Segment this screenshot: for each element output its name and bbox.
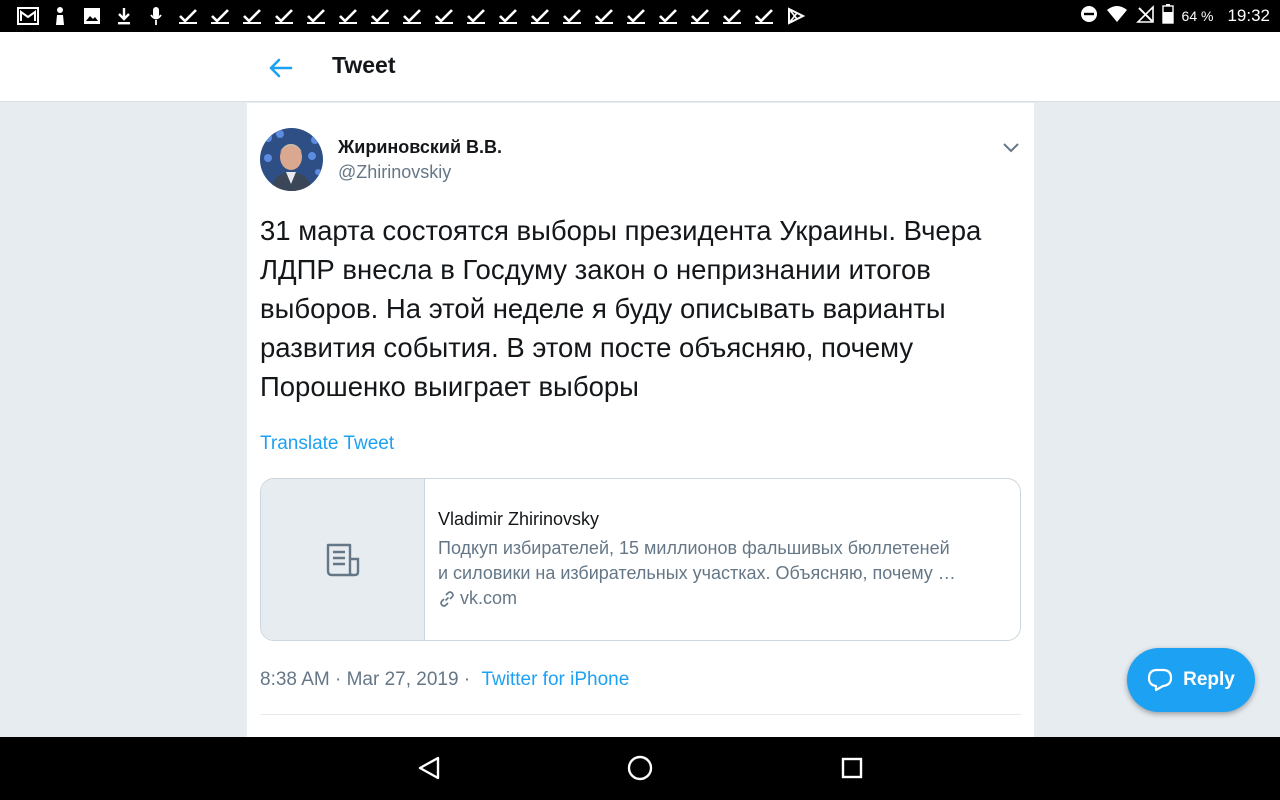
download-icon [108,0,140,32]
avatar[interactable] [260,128,323,191]
nav-back-button[interactable] [412,751,446,785]
arrow-left-icon [269,58,293,78]
reply-label: Reply [1183,669,1235,690]
page-title: Tweet [332,52,396,78]
reply-button[interactable]: Reply [1127,648,1255,712]
tweet-text: 31 марта состоятся выборы президента Укр… [260,215,982,402]
gmail-icon [12,0,44,32]
back-button[interactable] [262,50,298,86]
system-icons: 64 % 19:32 [1080,0,1270,32]
article-icon [326,543,359,576]
check-icon [716,0,748,32]
check-icon [236,0,268,32]
circle-home-icon [627,755,653,781]
tweet-detail: Жириновский В.В. @Zhirinovskiy 31 марта … [247,103,1034,737]
triangle-back-icon [418,756,440,780]
card-thumbnail [261,479,425,640]
do-not-disturb-icon [1080,5,1098,27]
link-icon [440,590,454,607]
tweet-timestamp: 8:38 AM · Mar 27, 2019 · [260,669,476,690]
check-icon [300,0,332,32]
card-domain-text: vk.com [460,588,518,608]
no-signal-icon [1135,5,1154,27]
more-options-button[interactable] [999,135,1023,159]
check-icon [556,0,588,32]
check-icon [684,0,716,32]
translate-tweet-link[interactable]: Translate Tweet [260,433,394,455]
image-icon [76,0,108,32]
check-icon [492,0,524,32]
nav-home-button[interactable] [623,751,657,785]
card-title: Vladimir Zhirinovsky [438,509,600,529]
tweet-meta: 8:38 AM · Mar 27, 2019 · Twitter for iPh… [260,669,629,691]
check-icon [620,0,652,32]
clock: 19:32 [1227,6,1270,25]
wifi-icon [1106,5,1128,27]
check-icon [748,0,780,32]
check-icon [204,0,236,32]
check-icon [588,0,620,32]
figure-icon [44,0,76,32]
divider [260,714,1021,715]
card-description: Подкуп избирателей, 15 миллионов фальшив… [438,538,956,583]
check-icon [460,0,492,32]
check-icon [428,0,460,32]
notification-icons [12,0,812,32]
card-domain: vk.com [438,588,517,609]
check-icon [332,0,364,32]
chevron-down-icon [1003,143,1019,153]
author-handle[interactable]: @Zhirinovskiy [338,162,451,183]
status-bar: 64 % 19:32 [0,0,1280,32]
check-icon [652,0,684,32]
reply-bubble-icon [1148,668,1173,692]
play-store-icon [780,0,812,32]
app-header: Tweet [0,32,1280,102]
square-recents-icon [841,757,863,779]
tweet-source-link[interactable]: Twitter for iPhone [481,669,629,691]
link-card[interactable]: Vladimir Zhirinovsky Подкуп избирателей,… [260,478,1021,641]
check-icon [364,0,396,32]
check-icon [524,0,556,32]
check-icon [396,0,428,32]
nav-recents-button[interactable] [835,751,869,785]
check-icon [268,0,300,32]
battery-percent: 64 % [1181,8,1214,24]
battery-icon [1161,4,1174,28]
mic-icon [140,0,172,32]
check-icon [172,0,204,32]
author-name[interactable]: Жириновский В.В. [338,137,502,158]
system-nav-bar [0,737,1280,800]
